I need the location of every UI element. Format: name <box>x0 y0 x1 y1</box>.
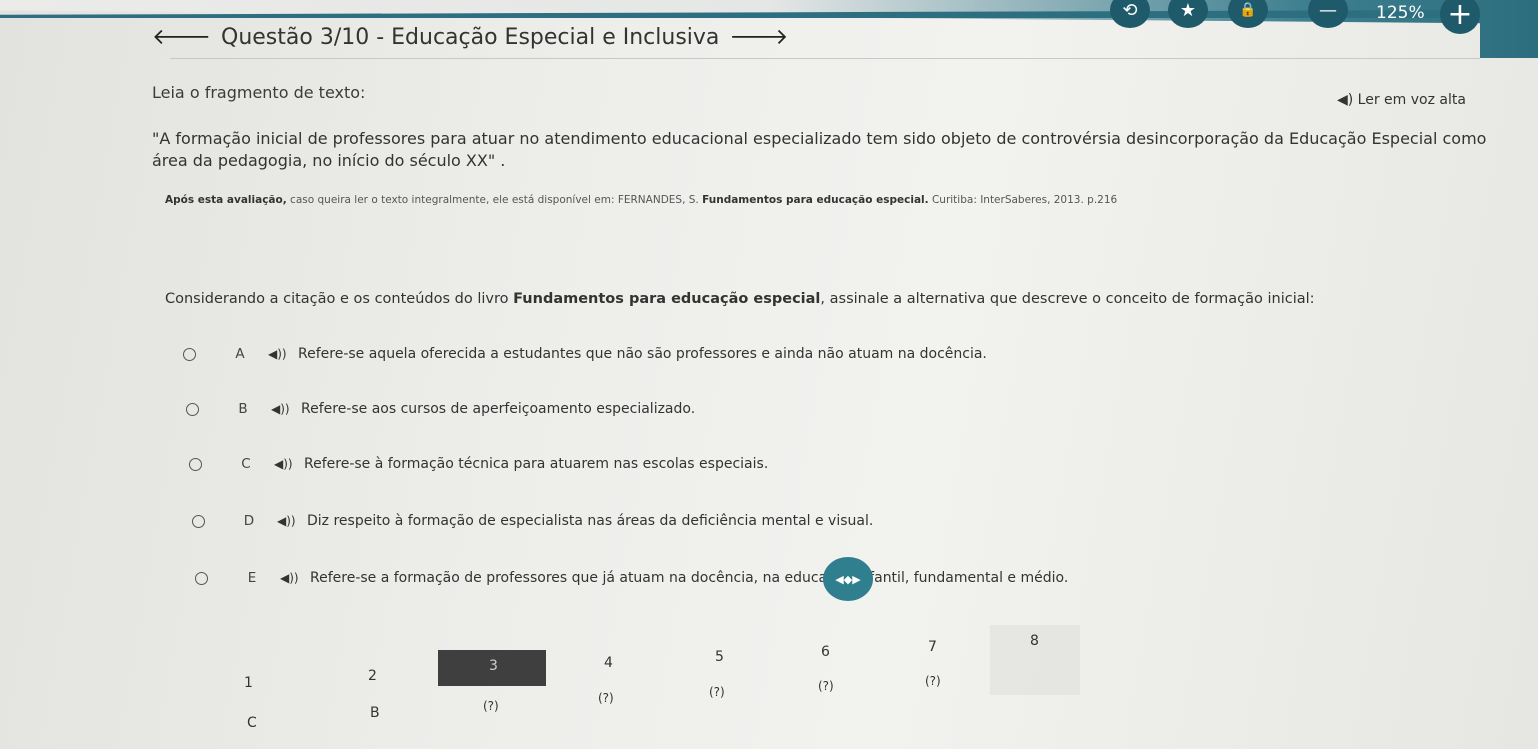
pager-number-5[interactable]: 5 <box>715 649 724 665</box>
radio-button[interactable] <box>195 571 208 585</box>
option-letter: C <box>241 456 251 472</box>
page-background <box>0 0 1538 749</box>
back-arrow-icon[interactable]: 🡐 <box>152 24 211 50</box>
pager-status-6: (?) <box>709 685 725 699</box>
option-text: Diz respeito à formação de especialista … <box>307 513 874 529</box>
pager-current-number: 3 <box>489 658 498 674</box>
option-e[interactable]: E ◀)) Refere-se a formação de professore… <box>195 570 1068 586</box>
source-bold: Após esta avaliação, <box>165 194 287 206</box>
source-tail: Curitiba: InterSaberes, 2013. p.216 <box>928 194 1118 206</box>
radio-button[interactable] <box>192 514 205 528</box>
pager-status-4: (?) <box>483 699 499 713</box>
option-d[interactable]: D ◀)) Diz respeito à formação de especia… <box>192 513 873 529</box>
pager-status-1: C <box>247 715 257 731</box>
speaker-icon[interactable]: ◀)) <box>268 347 290 361</box>
option-letter: D <box>243 513 255 529</box>
pager-number-1[interactable]: 1 <box>244 675 253 691</box>
option-text: Refere-se aos cursos de aperfeiçoamento … <box>301 401 696 417</box>
speaker-icon[interactable]: ◀)) <box>274 457 296 471</box>
option-b[interactable]: B ◀)) Refere-se aos cursos de aperfeiçoa… <box>186 401 695 417</box>
radio-button[interactable] <box>189 457 202 471</box>
pager-number-8[interactable]: 8 <box>1030 633 1039 649</box>
radio-button[interactable] <box>183 347 196 361</box>
speaker-icon[interactable]: ◀)) <box>277 514 299 528</box>
option-letter: B <box>238 401 248 417</box>
source-citation: Após esta avaliação, caso queira ler o t… <box>165 194 1117 206</box>
question-prompt: Considerando a citação e os conteúdos do… <box>165 291 1315 307</box>
pager-status-2: B <box>370 705 380 721</box>
question-pre: Considerando a citação e os conteúdos do… <box>165 291 514 307</box>
pager-status-5: (?) <box>598 691 614 705</box>
radio-button[interactable] <box>186 402 199 416</box>
pager-status-8: (?) <box>925 674 941 688</box>
pager-number-2[interactable]: 2 <box>368 668 377 684</box>
question-post: , assinale a alternativa que descreve o … <box>820 291 1315 307</box>
page-title: Questão 3/10 - Educação Especial e Inclu… <box>221 24 720 50</box>
quote-text: "A formação inicial de professores para … <box>152 129 1487 170</box>
zoom-level: 125% <box>1376 3 1425 23</box>
pager-status-7: (?) <box>818 679 834 693</box>
option-text: Refere-se à formação técnica para atuare… <box>304 456 769 472</box>
pager-current-question[interactable]: 3 <box>438 650 546 686</box>
pager-number-7[interactable]: 7 <box>928 639 937 655</box>
forward-arrow-icon[interactable]: 🡒 <box>729 24 788 50</box>
speaker-icon[interactable]: ◀)) <box>271 402 293 416</box>
read-instruction: Leia o fragmento de texto: <box>152 83 366 102</box>
read-aloud-button[interactable]: ◀) Ler em voz alta <box>1337 92 1466 108</box>
option-text: Refere-se aquela oferecida a estudantes … <box>298 346 987 362</box>
scroll-nav-control[interactable]: ◀◆▶ <box>823 557 873 601</box>
speaker-icon[interactable]: ◀)) <box>280 571 302 585</box>
question-header: 🡐 Questão 3/10 - Educação Especial e Inc… <box>152 24 788 51</box>
option-letter: A <box>235 346 245 362</box>
pager-number-6[interactable]: 6 <box>821 644 830 660</box>
question-book: Fundamentos para educação especial <box>513 291 821 307</box>
pager-number-4[interactable]: 4 <box>604 655 613 671</box>
option-c[interactable]: C ◀)) Refere-se à formação técnica para … <box>189 456 768 472</box>
option-a[interactable]: A ◀)) Refere-se aquela oferecida a estud… <box>183 346 987 362</box>
source-text: caso queira ler o texto integralmente, e… <box>286 194 703 206</box>
option-text: Refere-se a formação de professores que … <box>310 570 1069 586</box>
source-book: Fundamentos para educação especial. <box>702 194 929 206</box>
option-letter: E <box>247 570 257 586</box>
title-divider <box>170 58 1480 59</box>
